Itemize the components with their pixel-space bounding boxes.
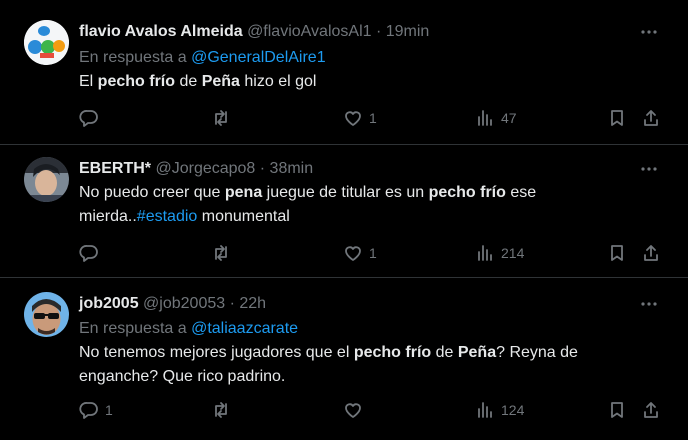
text-segment: El — [79, 73, 98, 90]
reply-context: En respuesta a @GeneralDelAire1 — [79, 48, 326, 68]
reply-button[interactable] — [79, 108, 105, 128]
highlighted-term: pecho frío — [353, 344, 432, 361]
like-icon — [345, 403, 361, 418]
bookmark-button[interactable] — [607, 108, 627, 128]
like-button[interactable]: 1 — [343, 243, 377, 263]
retweet-icon — [215, 402, 227, 418]
display-name[interactable]: EBERTH* — [79, 160, 151, 177]
share-icon — [644, 110, 658, 126]
avatar[interactable] — [24, 20, 69, 65]
username[interactable]: @Jorgecapo8 — [155, 160, 255, 177]
share-button[interactable] — [641, 108, 661, 128]
tweet-header: flavio Avalos Almeida @flavioAvalosAl1 ·… — [79, 22, 429, 42]
avatar[interactable] — [24, 157, 69, 202]
reply-label: En respuesta a — [79, 320, 187, 337]
bookmark-button[interactable] — [607, 243, 627, 263]
tweet-text: El pecho frío de Peña hizo el gol — [79, 70, 639, 94]
views-icon — [478, 110, 492, 126]
share-button[interactable] — [641, 243, 661, 263]
hashtag-link[interactable]: #estadio — [137, 208, 198, 225]
share-icon — [644, 245, 658, 261]
action-bar: 1 214 — [79, 243, 669, 263]
like-count: 1 — [369, 245, 377, 261]
retweet-icon — [215, 245, 227, 261]
views-button[interactable]: 214 — [475, 243, 524, 263]
separator: · — [225, 295, 240, 312]
highlighted-term: Peña — [457, 344, 497, 361]
like-button[interactable]: 1 — [343, 108, 377, 128]
views-count: 47 — [501, 110, 517, 126]
more-icon[interactable] — [640, 295, 658, 313]
like-button[interactable] — [343, 400, 369, 420]
tweet-header: job2005 @job20053 · 22h — [79, 294, 266, 314]
avatar-photo-image — [24, 292, 69, 337]
reply-button[interactable] — [79, 243, 105, 263]
display-name[interactable]: flavio Avalos Almeida — [79, 23, 243, 40]
timestamp[interactable]: 38min — [270, 160, 314, 177]
bookmark-icon — [611, 402, 623, 418]
action-bar: 1 124 — [79, 400, 669, 420]
timestamp[interactable]: 22h — [239, 295, 266, 312]
text-segment: hizo el gol — [239, 73, 317, 90]
retweet-button[interactable] — [211, 243, 237, 263]
highlighted-term: pecho frío — [428, 184, 506, 201]
separator: · — [255, 160, 270, 177]
share-button[interactable] — [641, 400, 661, 420]
text-segment: No puedo creer que — [79, 184, 225, 201]
views-icon — [478, 402, 492, 418]
highlighted-term: pecho frío — [97, 73, 176, 90]
reply-label: En respuesta a — [79, 49, 187, 66]
retweet-icon — [215, 110, 227, 126]
views-icon — [478, 245, 492, 261]
more-icon[interactable] — [640, 160, 658, 178]
like-icon — [345, 111, 361, 126]
views-button[interactable]: 47 — [475, 108, 517, 128]
highlighted-term: pena — [224, 184, 263, 201]
avatar-logo-image — [24, 20, 69, 65]
like-count: 1 — [369, 110, 377, 126]
action-bar: 1 47 — [79, 108, 669, 128]
more-icon[interactable] — [640, 23, 658, 41]
reply-handle-link[interactable]: @taliaazcarate — [191, 320, 298, 337]
bookmark-icon — [611, 110, 623, 126]
text-segment: juegue de titular es un — [262, 184, 429, 201]
bookmark-button[interactable] — [607, 400, 627, 420]
views-count: 214 — [501, 245, 525, 261]
reply-icon — [79, 402, 98, 419]
text-segment: de — [431, 344, 458, 361]
tweet-text: No tenemos mejores jugadores que el pech… — [79, 341, 639, 389]
username[interactable]: @flavioAvalosAl1 — [247, 23, 371, 40]
username[interactable]: @job20053 — [143, 295, 225, 312]
retweet-button[interactable] — [211, 108, 237, 128]
tweet-text: No puedo creer que pena juegue de titula… — [79, 181, 579, 229]
reply-count: 1 — [105, 402, 113, 418]
tweet-feed: flavio Avalos Almeida @flavioAvalosAl1 ·… — [0, 0, 688, 440]
tweet[interactable]: EBERTH* @Jorgecapo8 · 38min No puedo cre… — [0, 145, 688, 278]
reply-icon — [79, 110, 98, 127]
tweet[interactable]: job2005 @job20053 · 22h En respuesta a @… — [0, 278, 688, 440]
highlighted-term: Peña — [201, 73, 240, 90]
text-segment: de — [175, 73, 202, 90]
reply-icon — [79, 245, 98, 262]
like-icon — [345, 246, 361, 261]
text-segment: No tenemos mejores jugadores que el — [79, 344, 354, 361]
reply-button[interactable]: 1 — [79, 400, 113, 420]
reply-context: En respuesta a @taliaazcarate — [79, 319, 298, 339]
display-name[interactable]: job2005 — [79, 295, 139, 312]
retweet-button[interactable] — [211, 400, 237, 420]
reply-handle-link[interactable]: @GeneralDelAire1 — [191, 49, 326, 66]
views-count: 124 — [501, 402, 525, 418]
timestamp[interactable]: 19min — [386, 23, 430, 40]
avatar[interactable] — [24, 292, 69, 337]
tweet[interactable]: flavio Avalos Almeida @flavioAvalosAl1 ·… — [0, 0, 688, 145]
avatar-photo-image — [24, 157, 69, 202]
bookmark-icon — [611, 245, 623, 261]
text-segment: monumental — [197, 208, 290, 225]
views-button[interactable]: 124 — [475, 400, 524, 420]
share-icon — [644, 402, 658, 418]
separator: · — [371, 23, 386, 40]
tweet-header: EBERTH* @Jorgecapo8 · 38min — [79, 159, 313, 179]
